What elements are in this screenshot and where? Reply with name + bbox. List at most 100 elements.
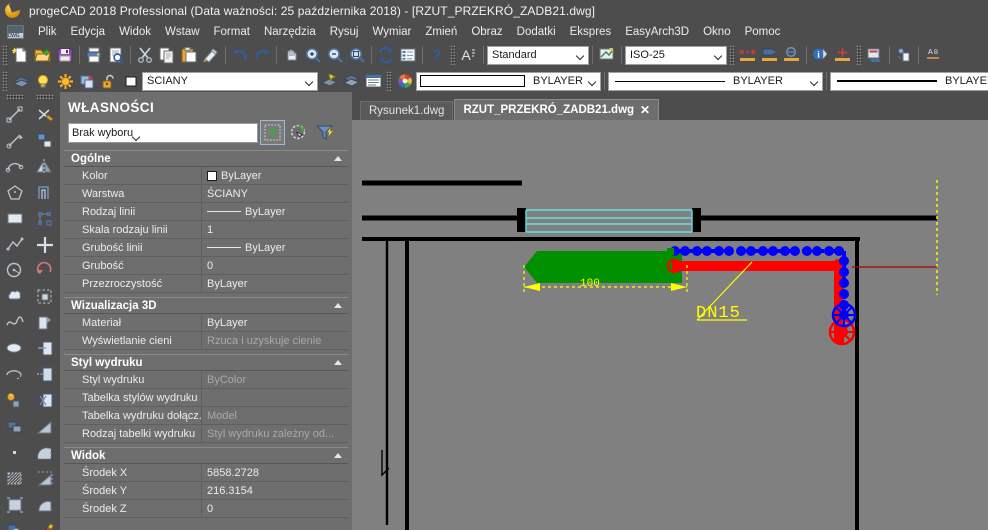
property-group-wizualizacja-3d[interactable]: Wizualizacja 3D xyxy=(64,297,348,314)
color-wheel-icon[interactable] xyxy=(394,70,416,92)
menu-rysuj[interactable]: Rysuj xyxy=(323,24,366,40)
fillet-icon[interactable] xyxy=(32,492,58,518)
dimension-style-combo[interactable]: ISO-25 xyxy=(625,45,727,65)
menu-okno[interactable]: Okno xyxy=(696,24,738,40)
menu-plik[interactable]: Plik xyxy=(31,24,64,40)
property-value[interactable]: ByLayer xyxy=(202,314,348,331)
zoom-window-icon[interactable] xyxy=(302,44,324,66)
property-row-kolor[interactable]: Kolor ByLayer xyxy=(64,167,348,185)
chevron-down-icon[interactable] xyxy=(806,73,822,90)
property-row-styl-wydruku[interactable]: Styl wydruku ByColor xyxy=(64,371,348,389)
erase-icon[interactable] xyxy=(32,102,58,128)
collapse-triangle-icon[interactable] xyxy=(334,453,342,458)
property-group-styl-wydruku[interactable]: Styl wydruku xyxy=(64,354,348,371)
menu-edycja[interactable]: Edycja xyxy=(64,24,113,40)
menu-dodatki[interactable]: Dodatki xyxy=(510,24,563,40)
open-file-icon[interactable] xyxy=(32,44,54,66)
layer-color-swatch-icon[interactable] xyxy=(120,70,142,92)
property-row-rodzaj-tabelki-wydruku[interactable]: Rodzaj tabelki wydruku Styl wydruku zale… xyxy=(64,425,348,443)
spline-icon[interactable] xyxy=(2,310,28,336)
property-value[interactable]: ByLayer xyxy=(202,203,348,220)
polyline-icon[interactable] xyxy=(2,232,28,258)
make-block-icon[interactable] xyxy=(2,414,28,440)
property-row-wyswietlanie-cieni[interactable]: Wyświetlanie cieni Rzuca i uzyskuje cien… xyxy=(64,332,348,350)
quick-select-icon[interactable] xyxy=(260,120,285,145)
line-icon[interactable] xyxy=(2,102,28,128)
property-row-material[interactable]: Materiał ByLayer xyxy=(64,314,348,332)
property-value[interactable]: 1 xyxy=(202,221,348,238)
point-marker-icon[interactable] xyxy=(832,44,854,66)
select-objects-icon[interactable] xyxy=(287,121,310,144)
toolbar-grip[interactable] xyxy=(386,71,392,91)
ellipse-arc-icon[interactable] xyxy=(2,362,28,388)
collapse-triangle-icon[interactable] xyxy=(334,156,342,161)
save-icon[interactable] xyxy=(54,44,76,66)
menu-wymiar[interactable]: Wymiar xyxy=(365,24,418,40)
property-group-ogolne[interactable]: Ogólne xyxy=(64,150,348,167)
stretch-icon[interactable] xyxy=(32,310,58,336)
print-icon[interactable] xyxy=(83,44,105,66)
extend-icon[interactable] xyxy=(32,362,58,388)
redo-icon[interactable] xyxy=(251,44,273,66)
circle-dimension-icon[interactable] xyxy=(781,44,803,66)
property-value[interactable]: 5858.2728 xyxy=(202,464,348,481)
property-value[interactable]: ByLayer xyxy=(202,275,348,292)
menu-obraz[interactable]: Obraz xyxy=(464,24,509,40)
color-combo[interactable]: BYLAYER xyxy=(416,71,601,91)
cad-drawing-svg[interactable]: 100 DN15 xyxy=(352,120,988,530)
menu-ekspres[interactable]: Ekspres xyxy=(563,24,619,40)
layer-lock-icon[interactable] xyxy=(98,70,120,92)
toolbar-grip[interactable] xyxy=(36,94,54,100)
toolbar-grip[interactable] xyxy=(450,45,456,65)
new-file-icon[interactable] xyxy=(10,44,32,66)
menu-zmien[interactable]: Zmień xyxy=(418,24,464,40)
toolbar-grip[interactable] xyxy=(856,45,862,65)
offset-icon[interactable] xyxy=(32,180,58,206)
explode-icon[interactable] xyxy=(32,518,58,530)
property-value[interactable]: 216.3154 xyxy=(202,482,348,499)
menu-easyarch3d[interactable]: EasyArch3D xyxy=(618,24,696,40)
property-value[interactable] xyxy=(202,389,348,406)
property-row-tabelka-wydruku-dolaczona[interactable]: Tabelka wydruku dołącz... Model xyxy=(64,407,348,425)
trim-icon[interactable] xyxy=(32,336,58,362)
chevron-down-icon[interactable] xyxy=(710,47,726,64)
property-row-srodek-y[interactable]: Środek Y 216.3154 xyxy=(64,482,348,500)
document-tab-rysunek1[interactable]: Rysunek1.dwg xyxy=(360,101,454,120)
polygon-icon[interactable] xyxy=(2,180,28,206)
annotation-scale-icon[interactable]: A B xyxy=(922,44,944,66)
property-value[interactable]: ByLayer xyxy=(202,239,348,256)
property-row-grubosc-linii[interactable]: Grubość linii ByLayer xyxy=(64,239,348,257)
zoom-previous-icon[interactable] xyxy=(346,44,368,66)
layer-manager-icon[interactable] xyxy=(340,70,362,92)
help-icon[interactable]: ? xyxy=(426,44,448,66)
copy-icon[interactable] xyxy=(156,44,178,66)
layer-on-off-icon[interactable] xyxy=(32,70,54,92)
layer-freeze-viewport-icon[interactable] xyxy=(76,70,98,92)
cut-icon[interactable] xyxy=(134,44,156,66)
zoom-extents-icon[interactable] xyxy=(324,44,346,66)
scale-icon[interactable] xyxy=(32,284,58,310)
info-icon[interactable]: i xyxy=(810,44,832,66)
point-icon[interactable] xyxy=(2,440,28,466)
chevron-down-icon[interactable] xyxy=(301,73,317,90)
layout-icon[interactable] xyxy=(864,44,886,66)
lineweight-combo[interactable]: BYLAYER xyxy=(830,71,988,91)
undo-icon[interactable] xyxy=(229,44,251,66)
cloud-icon[interactable] xyxy=(2,284,28,310)
ray-icon[interactable] xyxy=(2,128,28,154)
circle-icon[interactable] xyxy=(2,258,28,284)
property-value[interactable]: ByLayer xyxy=(202,167,348,184)
region-icon[interactable] xyxy=(2,518,28,530)
break-icon[interactable] xyxy=(32,414,58,440)
hatch-icon[interactable] xyxy=(2,466,28,492)
chevron-down-icon[interactable] xyxy=(572,47,588,64)
cad-drawing-canvas[interactable]: 100 DN15 xyxy=(352,120,988,530)
property-value[interactable]: 0 xyxy=(202,500,348,517)
insert-block-icon[interactable] xyxy=(2,388,28,414)
gradient-icon[interactable] xyxy=(2,492,28,518)
mirror-icon[interactable] xyxy=(32,154,58,180)
property-group-widok[interactable]: Widok xyxy=(64,447,348,464)
layer-combo[interactable]: ŚCIANY xyxy=(142,71,318,91)
arc-icon[interactable] xyxy=(2,154,28,180)
toolbar-grip[interactable] xyxy=(6,94,24,100)
